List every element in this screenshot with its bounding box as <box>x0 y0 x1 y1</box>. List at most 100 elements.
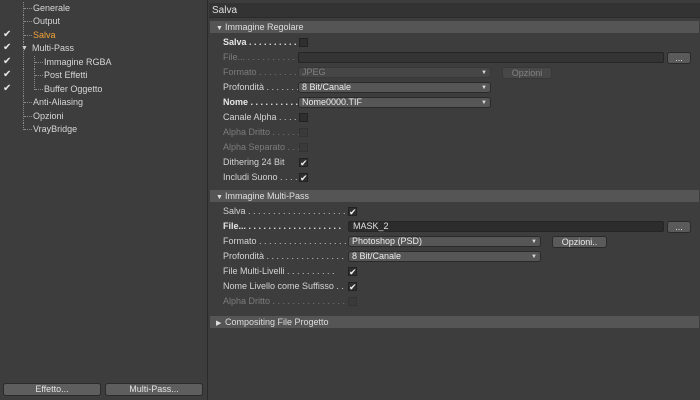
regular-sound-row: Includi Suono . . . . . . . . ✔ <box>209 171 700 185</box>
compositing-section-header[interactable]: ▶ Compositing File Progetto <box>210 316 699 328</box>
regular-format-dropdown[interactable]: JPEG ▼ <box>298 67 491 78</box>
field-label: Salva . . . . . . . . . . . . . . . . . … <box>223 206 346 216</box>
expand-arrow-icon: ▶ <box>216 320 222 327</box>
tree-item-vraybridge[interactable]: VrayBridge <box>0 123 207 136</box>
check-icon[interactable]: ✔ <box>3 30 13 40</box>
section-title: Compositing File Progetto <box>225 317 329 327</box>
multipass-suffix-row: Nome Livello come Suffisso . . ✔ <box>209 280 700 294</box>
tree-item-label: Generale <box>33 3 71 13</box>
regular-save-row: Salva . . . . . . . . . . . . . <box>209 36 700 50</box>
tree-item-label: Immagine RGBA <box>44 57 112 67</box>
check-icon[interactable]: ✔ <box>3 84 13 94</box>
tree-branch <box>24 102 32 103</box>
regular-name-dropdown[interactable]: Nome0000.TIF ▼ <box>298 97 491 108</box>
field-label: Formato . . . . . . . . . . . . . . . . … <box>223 236 347 246</box>
regular-image-section-header[interactable]: ▼ Immagine Regolare <box>210 21 699 33</box>
multipass-depth-dropdown[interactable]: 8 Bit/Canale ▼ <box>348 251 541 262</box>
field-label: Alpha Separato . . . . . . <box>223 142 307 152</box>
section-title: Immagine Multi-Pass <box>225 191 310 201</box>
multipass-options-button[interactable]: Opzioni.. <box>552 236 607 248</box>
multipass-save-row: Salva . . . . . . . . . . . . . . . . . … <box>209 205 700 219</box>
multipass-suffix-checkbox[interactable]: ✔ <box>348 282 357 292</box>
dropdown-value: Photoshop (PSD) <box>352 236 423 246</box>
tree-item-immagine-rgba[interactable]: ✔ Immagine RGBA <box>0 56 207 69</box>
regular-alpha-checkbox[interactable] <box>299 113 308 122</box>
effect-button[interactable]: Effetto... <box>3 383 101 396</box>
multipass-section-header[interactable]: ▼ Immagine Multi-Pass <box>210 190 699 202</box>
field-label: Alpha Dritto . . . . . . . . . . . . . .… <box>223 296 346 306</box>
collapse-arrow-icon: ▼ <box>216 194 223 201</box>
regular-file-field[interactable] <box>298 52 664 63</box>
multi-pass-button[interactable]: Multi-Pass... <box>105 383 203 396</box>
field-label: Alpha Dritto . . . . . . . <box>223 127 306 137</box>
field-label: File... . . . . . . . . . . . . . . . . … <box>223 221 342 231</box>
regular-depth-dropdown[interactable]: 8 Bit/Canale ▼ <box>298 82 491 93</box>
check-icon[interactable]: ✔ <box>3 43 13 53</box>
tree-branch <box>35 89 43 90</box>
regular-name-row: Nome . . . . . . . . . . . . . Nome0000.… <box>209 96 700 110</box>
regular-dither-row: Dithering 24 Bit ✔ <box>209 156 700 170</box>
field-label: Salva . . . . . . . . . . . . . <box>223 37 307 47</box>
chevron-down-icon: ▼ <box>531 254 537 260</box>
multipass-format-dropdown[interactable]: Photoshop (PSD) ▼ <box>348 236 541 247</box>
multipass-file-field[interactable]: MASK_2 <box>348 221 664 232</box>
field-label: Includi Suono . . . . . . . . <box>223 172 307 182</box>
dropdown-value: 8 Bit/Canale <box>302 82 352 92</box>
tree-branch <box>24 8 32 9</box>
tree-item-post-effetti[interactable]: ✔ Post Effetti <box>0 69 207 82</box>
multipass-depth-row: Profondità . . . . . . . . . . . . . . .… <box>209 250 700 264</box>
field-label: Profondità . . . . . . . . . . . . <box>223 82 307 92</box>
tree-branch <box>24 21 32 22</box>
field-label: Profondità . . . . . . . . . . . . . . .… <box>223 251 345 261</box>
tree-item-generale[interactable]: Generale <box>0 2 207 15</box>
tree-item-label: Salva <box>33 30 56 40</box>
save-settings-panel: Salva ▼ Immagine Regolare Salva . . . . .… <box>209 0 700 400</box>
tree-branch <box>24 35 32 36</box>
field-label: Formato . . . . . . . . . . . . . <box>223 67 307 77</box>
multipass-layers-row: File Multi-Livelli . . . . . . . . . . ✔ <box>209 265 700 279</box>
tree-branch <box>35 62 43 63</box>
regular-save-checkbox[interactable] <box>299 38 308 47</box>
field-label: File Multi-Livelli . . . . . . . . . . <box>223 266 335 276</box>
field-label: File... . . . . . . . . . . . . . <box>223 52 307 62</box>
regular-dither-checkbox[interactable]: ✔ <box>299 158 308 168</box>
multipass-straight-alpha-checkbox[interactable] <box>348 297 357 306</box>
tree-item-label: Multi-Pass <box>32 43 75 53</box>
dropdown-value: JPEG <box>302 67 326 77</box>
tree-item-label: Buffer Oggetto <box>44 84 103 94</box>
tree-item-label: Anti-Aliasing <box>33 97 84 107</box>
expand-arrow-icon[interactable]: ▼ <box>21 42 28 55</box>
tree-item-anti-aliasing[interactable]: Anti-Aliasing <box>0 96 207 109</box>
field-label: Dithering 24 Bit <box>223 157 285 167</box>
regular-options-button[interactable]: Opzioni <box>502 67 552 79</box>
tree-item-output[interactable]: Output <box>0 15 207 28</box>
multipass-format-row: Formato . . . . . . . . . . . . . . . . … <box>209 235 700 249</box>
tree-item-multi-pass[interactable]: ✔ ▼ Multi-Pass <box>0 42 207 55</box>
tree-item-label: Opzioni <box>33 111 64 121</box>
tree-item-label: Post Effetti <box>44 70 88 80</box>
chevron-down-icon: ▼ <box>531 239 537 245</box>
multipass-straight-alpha-row: Alpha Dritto . . . . . . . . . . . . . .… <box>209 295 700 309</box>
regular-alpha-row: Canale Alpha . . . . . . . <box>209 111 700 125</box>
regular-file-browse-button[interactable]: ... <box>667 52 691 64</box>
tree-branch <box>35 75 43 76</box>
tree-branch <box>23 83 24 96</box>
tree-item-salva[interactable]: ✔ Salva <box>0 29 207 42</box>
multipass-save-checkbox[interactable]: ✔ <box>348 207 357 217</box>
tree-branch <box>23 69 24 82</box>
multipass-file-browse-button[interactable]: ... <box>667 221 691 233</box>
check-icon[interactable]: ✔ <box>3 57 13 67</box>
regular-format-row: Formato . . . . . . . . . . . . . JPEG ▼… <box>209 66 700 80</box>
dropdown-value: Nome0000.TIF <box>302 97 363 107</box>
multipass-file-row: File... . . . . . . . . . . . . . . . . … <box>209 220 700 234</box>
chevron-down-icon: ▼ <box>481 100 487 106</box>
chevron-down-icon: ▼ <box>481 70 487 76</box>
regular-separate-alpha-checkbox[interactable] <box>299 143 308 152</box>
tree-item-buffer-oggetto[interactable]: ✔ Buffer Oggetto <box>0 83 207 96</box>
panel-title: Salva <box>209 3 700 18</box>
check-icon[interactable]: ✔ <box>3 70 13 80</box>
regular-straight-alpha-checkbox[interactable] <box>299 128 308 137</box>
tree-item-opzioni[interactable]: Opzioni <box>0 110 207 123</box>
multipass-layers-checkbox[interactable]: ✔ <box>348 267 357 277</box>
regular-sound-checkbox[interactable]: ✔ <box>299 173 308 183</box>
